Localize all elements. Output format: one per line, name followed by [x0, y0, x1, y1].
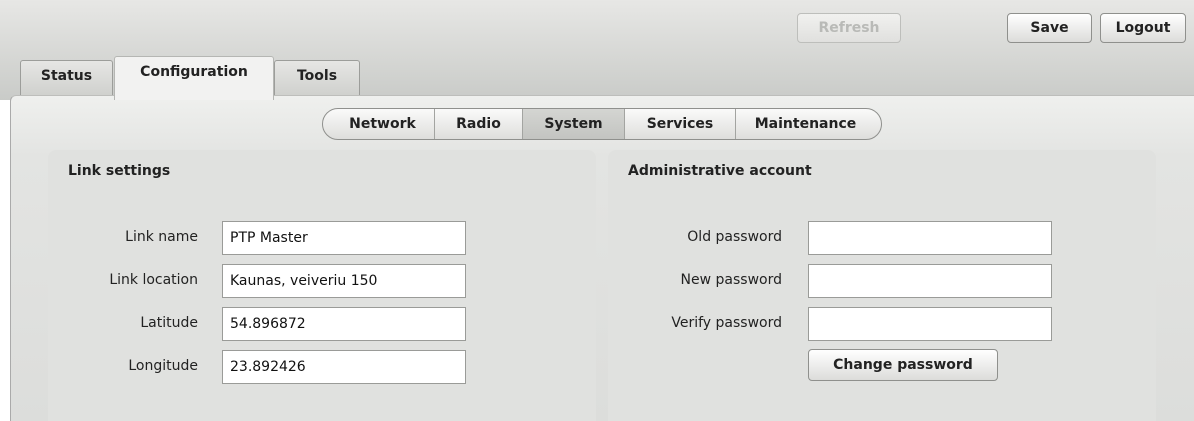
old-password-label: Old password	[687, 229, 782, 245]
subnav-maintenance[interactable]: Maintenance	[736, 109, 881, 139]
link-settings-title: Link settings	[68, 163, 171, 179]
old-password-field[interactable]	[808, 221, 1052, 255]
link-name-label: Link name	[125, 229, 198, 245]
longitude-field[interactable]	[222, 350, 466, 384]
new-password-field[interactable]	[808, 264, 1052, 298]
link-location-label: Link location	[109, 272, 198, 288]
subnav-services[interactable]: Services	[625, 109, 736, 139]
subnav-radio[interactable]: Radio	[435, 109, 523, 139]
latitude-label: Latitude	[140, 315, 198, 331]
admin-account-title: Administrative account	[628, 163, 812, 179]
save-button[interactable]: Save	[1007, 13, 1092, 43]
latitude-field[interactable]	[222, 307, 466, 341]
logout-button[interactable]: Logout	[1100, 13, 1186, 43]
tab-configuration[interactable]: Configuration	[114, 56, 274, 100]
tab-tools[interactable]: Tools	[274, 60, 360, 96]
verify-password-label: Verify password	[671, 315, 782, 331]
subnav: Network Radio System Services Maintenanc…	[322, 108, 882, 140]
new-password-label: New password	[680, 272, 782, 288]
subnav-system[interactable]: System	[523, 109, 625, 139]
refresh-button[interactable]: Refresh	[797, 13, 901, 43]
verify-password-field[interactable]	[808, 307, 1052, 341]
longitude-label: Longitude	[128, 358, 198, 374]
subnav-network[interactable]: Network	[323, 109, 435, 139]
link-name-field[interactable]	[222, 221, 466, 255]
link-location-field[interactable]	[222, 264, 466, 298]
change-password-button[interactable]: Change password	[808, 349, 998, 381]
tab-status[interactable]: Status	[20, 60, 113, 96]
